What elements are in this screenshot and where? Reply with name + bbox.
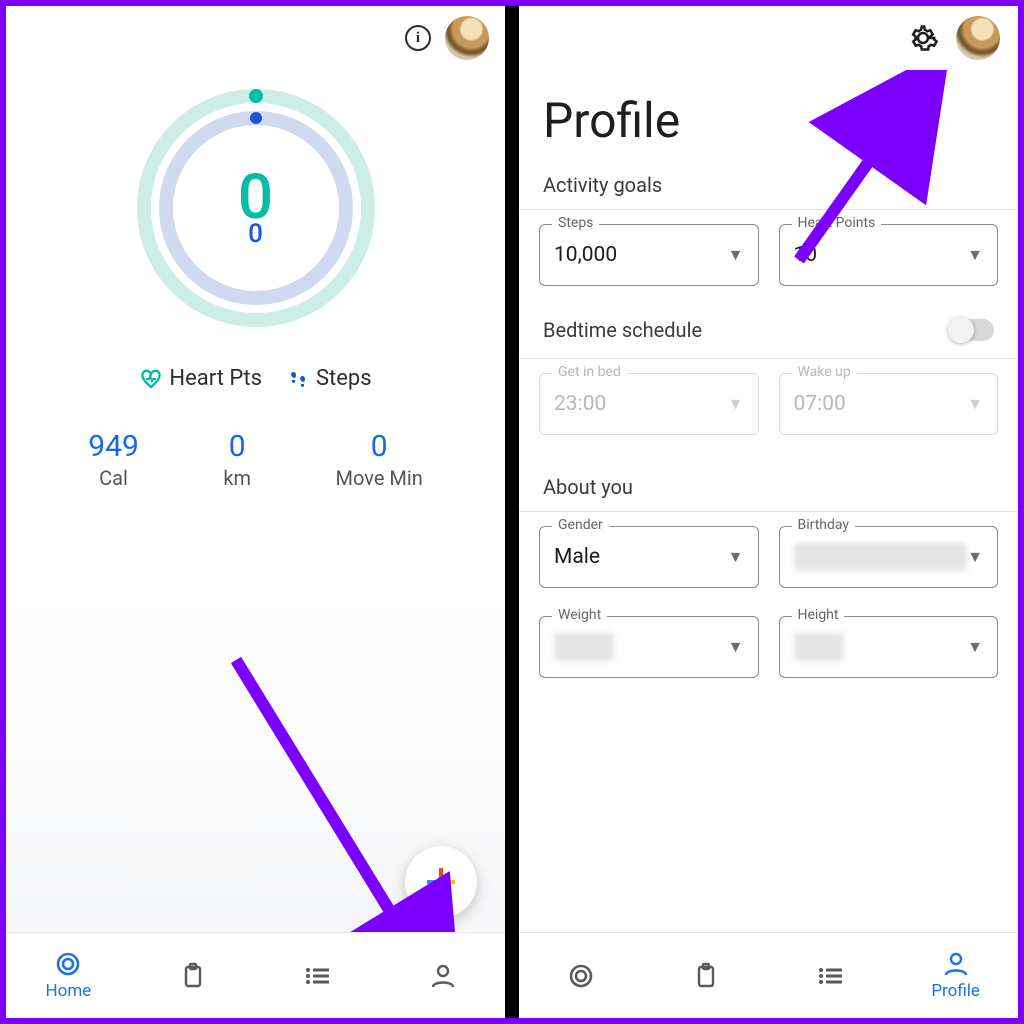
chevron-down-icon: ▼	[967, 637, 983, 657]
add-fab[interactable]	[405, 846, 477, 918]
clipboard-icon	[692, 962, 720, 990]
ring-legend: Heart Pts Steps	[6, 366, 505, 391]
weight-field[interactable]: Weight ▼	[539, 616, 759, 678]
bottom-nav: Profile	[519, 932, 1018, 1018]
redacted-value	[554, 633, 614, 661]
redacted-value	[794, 633, 844, 661]
bedtime-toggle[interactable]	[948, 319, 994, 341]
nav-profile[interactable]: Profile	[893, 933, 1018, 1018]
chevron-down-icon: ▼	[728, 394, 744, 414]
page-title: Profile	[519, 70, 1018, 173]
metric-km[interactable]: 0 km	[223, 429, 251, 490]
info-icon[interactable]: i	[405, 25, 431, 51]
plus-icon	[424, 865, 458, 899]
height-field[interactable]: Height ▼	[779, 616, 999, 678]
nav-browse[interactable]	[769, 933, 894, 1018]
avatar[interactable]	[956, 16, 1000, 60]
wake-up-field: Wake up 07:00 ▼	[779, 373, 999, 435]
chevron-down-icon: ▼	[967, 394, 983, 414]
nav-journal[interactable]	[131, 933, 256, 1018]
home-ring-icon	[567, 962, 595, 990]
nav-home[interactable]: Home	[6, 933, 131, 1018]
nav-home[interactable]	[519, 933, 644, 1018]
redacted-value	[794, 543, 968, 571]
section-activity-goals: Activity goals	[519, 173, 1018, 209]
chevron-down-icon: ▼	[728, 245, 744, 265]
bottom-nav: Home	[6, 932, 505, 1018]
heart-points-goal-field[interactable]: Heart Points 10 ▼	[779, 224, 999, 286]
home-ring-icon	[54, 950, 82, 978]
nav-profile[interactable]	[380, 933, 505, 1018]
birthday-field[interactable]: Birthday ▼	[779, 526, 999, 588]
list-icon	[816, 962, 846, 990]
person-icon	[942, 950, 970, 978]
chevron-down-icon: ▼	[967, 547, 983, 567]
metric-cal[interactable]: 949 Cal	[88, 429, 139, 490]
activity-rings[interactable]: 0 0	[6, 78, 505, 338]
section-bedtime: Bedtime schedule	[543, 318, 702, 342]
chevron-down-icon: ▼	[728, 547, 744, 567]
get-in-bed-field: Get in bed 23:00 ▼	[539, 373, 759, 435]
home-screen: i 0 0	[6, 6, 505, 1018]
heart-icon	[139, 367, 163, 391]
clipboard-icon	[179, 962, 207, 990]
chevron-down-icon: ▼	[967, 245, 983, 265]
nav-browse[interactable]	[256, 933, 381, 1018]
steps-goal-field[interactable]: Steps 10,000 ▼	[539, 224, 759, 286]
profile-screen: Profile Activity goals Steps 10,000 ▼ He…	[519, 6, 1018, 1018]
list-icon	[303, 962, 333, 990]
metric-movemin[interactable]: 0 Move Min	[336, 429, 423, 490]
avatar[interactable]	[445, 16, 489, 60]
gender-field[interactable]: Gender Male ▼	[539, 526, 759, 588]
chevron-down-icon: ▼	[728, 637, 744, 657]
gear-icon[interactable]	[908, 23, 938, 53]
nav-journal[interactable]	[644, 933, 769, 1018]
section-about-you: About you	[519, 449, 1018, 511]
person-icon	[429, 962, 457, 990]
steps-icon	[286, 367, 310, 391]
